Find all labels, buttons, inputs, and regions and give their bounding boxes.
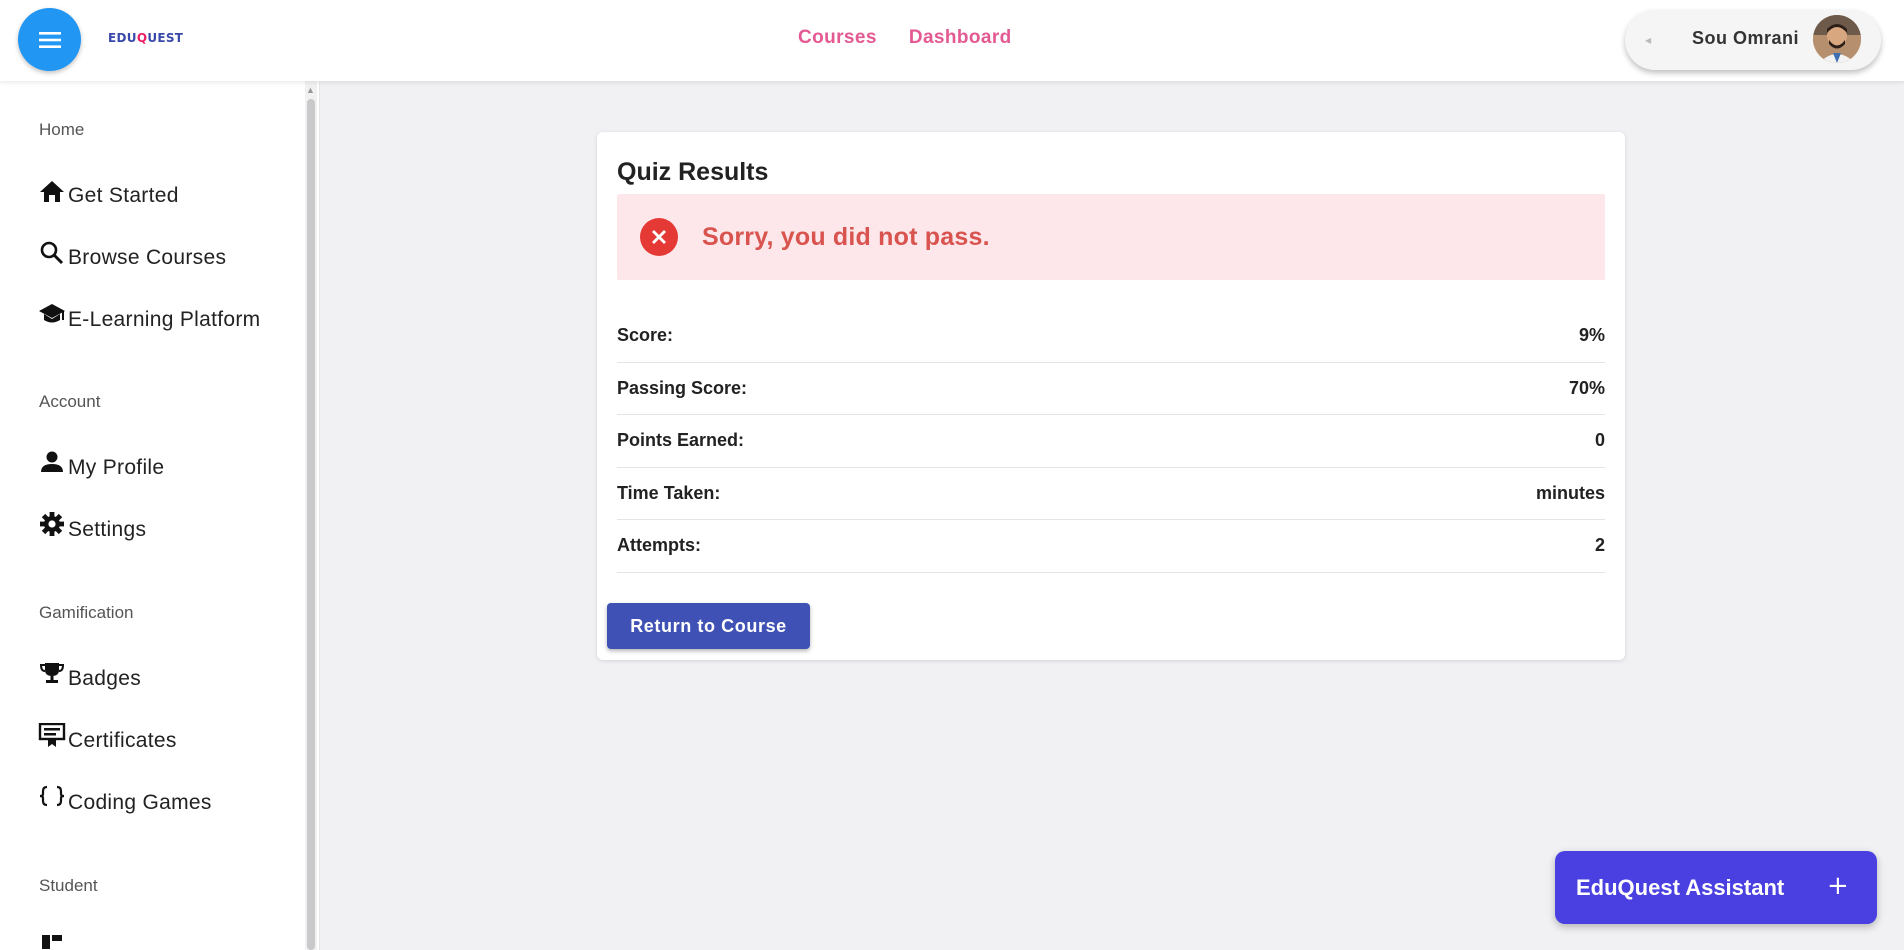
- result-row-points-earned: Points Earned: 0: [617, 415, 1605, 468]
- nav-link-courses[interactable]: Courses: [798, 27, 877, 49]
- menu-button[interactable]: [18, 8, 81, 71]
- result-label: Attempts:: [617, 535, 701, 556]
- sidebar-item-label: Coding Games: [68, 791, 212, 814]
- result-value: 0: [1594, 430, 1605, 451]
- result-label: Time Taken:: [617, 482, 721, 503]
- result-value: 70%: [1568, 377, 1605, 398]
- result-value: minutes: [1535, 482, 1605, 503]
- top-app-bar: EDUQUEST Courses Dashboard ◀ Sou Omrani: [0, 0, 1904, 81]
- results-list: Score: 9% Passing Score: 70% Points Earn…: [617, 310, 1605, 573]
- return-to-course-button[interactable]: Return to Course: [607, 603, 810, 649]
- app-logo[interactable]: EDUQUEST: [108, 31, 183, 45]
- search-icon: [40, 241, 64, 265]
- alert-message: Sorry, you did not pass.: [702, 223, 990, 251]
- result-row-score: Score: 9%: [617, 310, 1605, 363]
- school-icon: [39, 304, 65, 323]
- scrollbar-thumb[interactable]: [307, 99, 315, 950]
- sidebar-item-e-learning-platform[interactable]: E-Learning Platform: [38, 302, 260, 332]
- sidebar-item-label: Badges: [68, 667, 142, 690]
- sidebar-item-label: Browse Courses: [68, 246, 227, 269]
- result-label: Points Earned:: [617, 430, 745, 451]
- avatar: [1813, 15, 1861, 63]
- sidebar-item-certificates[interactable]: Certificates: [38, 723, 177, 753]
- sidebar-scrollbar[interactable]: ▲: [305, 81, 317, 950]
- home-icon: [40, 181, 64, 202]
- sidebar-item-partial[interactable]: [38, 933, 70, 950]
- sidebar-item-label: E-Learning Platform: [68, 308, 261, 331]
- result-value: 2: [1594, 535, 1605, 556]
- sidebar-section-student: Student: [39, 876, 98, 895]
- caret-icon: ◀: [1645, 36, 1652, 45]
- page-title: Quiz Results: [617, 158, 769, 186]
- hamburger-icon: [38, 31, 61, 48]
- scroll-up-icon[interactable]: ▲: [306, 85, 315, 95]
- sidebar: Home Get Started Browse Courses E-Learni…: [0, 81, 320, 950]
- sidebar-item-browse-courses[interactable]: Browse Courses: [38, 240, 226, 270]
- result-row-time-taken: Time Taken: minutes: [617, 468, 1605, 520]
- quiz-results-card: Quiz Results Sorry, you did not pass. Sc…: [597, 132, 1625, 660]
- sidebar-item-badges[interactable]: Badges: [38, 661, 141, 691]
- result-label: Passing Score:: [617, 377, 748, 398]
- sidebar-section-account: Account: [39, 392, 101, 411]
- sidebar-item-label: My Profile: [68, 456, 165, 479]
- sidebar-section-home: Home: [39, 120, 85, 139]
- top-nav: Courses Dashboard: [798, 27, 1012, 49]
- sidebar-item-label: Settings: [68, 518, 147, 541]
- user-menu[interactable]: ◀ Sou Omrani: [1625, 10, 1881, 70]
- braces-icon: [39, 785, 65, 807]
- sidebar-item-my-profile[interactable]: My Profile: [38, 450, 164, 480]
- dashboard-icon: [42, 935, 62, 949]
- sidebar-item-coding-games[interactable]: Coding Games: [38, 785, 212, 815]
- user-name: Sou Omrani: [1692, 28, 1800, 48]
- expand-icon[interactable]: +: [1827, 871, 1849, 901]
- nav-link-dashboard[interactable]: Dashboard: [909, 27, 1012, 49]
- result-value: 9%: [1578, 325, 1605, 346]
- sidebar-item-settings[interactable]: Settings: [38, 512, 146, 542]
- sidebar-item-label: Get Started: [68, 184, 179, 207]
- error-icon: [640, 218, 678, 256]
- result-label: Score:: [617, 325, 674, 346]
- sidebar-item-label: Certificates: [68, 729, 177, 752]
- gear-icon: [40, 512, 64, 536]
- certificate-icon: [38, 723, 66, 747]
- result-row-passing-score: Passing Score: 70%: [617, 363, 1605, 415]
- trophy-icon: [39, 663, 65, 683]
- assistant-title: EduQuest Assistant: [1576, 875, 1785, 900]
- sidebar-section-gamification: Gamification: [39, 603, 134, 622]
- sidebar-item-get-started[interactable]: Get Started: [38, 178, 179, 208]
- result-row-attempts: Attempts: 2: [617, 520, 1605, 573]
- person-icon: [41, 451, 63, 472]
- assistant-widget[interactable]: EduQuest Assistant +: [1555, 851, 1877, 924]
- fail-alert: Sorry, you did not pass.: [617, 194, 1605, 280]
